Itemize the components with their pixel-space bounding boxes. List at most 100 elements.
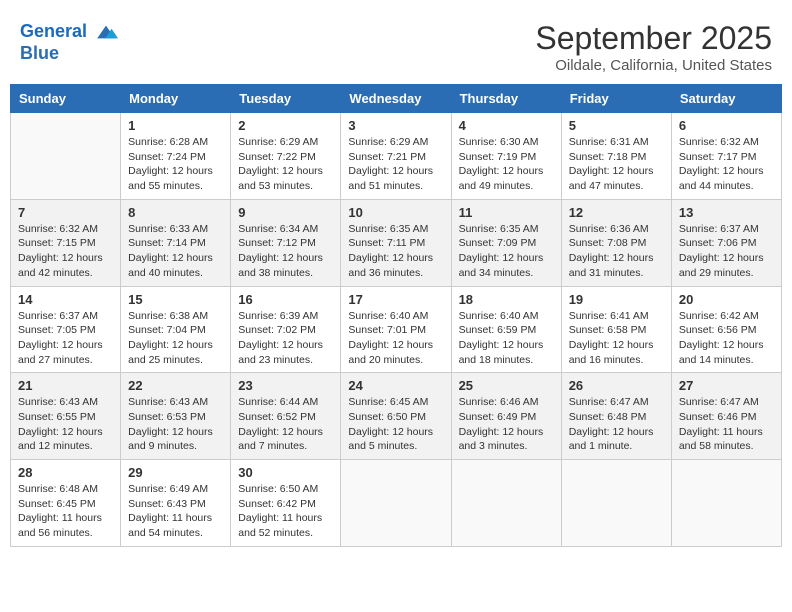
calendar-day-cell: 15 Sunrise: 6:38 AMSunset: 7:04 PMDayligh… — [121, 286, 231, 373]
calendar-header-monday: Monday — [121, 85, 231, 113]
calendar-day-cell: 21Sunrise: 6:43 AMSunset: 6:55 PMDayligh… — [11, 373, 121, 460]
calendar-header-friday: Friday — [561, 85, 671, 113]
calendar-day-cell — [11, 113, 121, 200]
day-number: 11 — [459, 205, 554, 220]
calendar-day-cell: 8 Sunrise: 6:33 AMSunset: 7:14 PMDaylight… — [121, 199, 231, 286]
day-number: 3 — [348, 118, 443, 133]
calendar-day-cell: 26 Sunrise: 6:47 AMSunset: 6:48 PMDayligh… — [561, 373, 671, 460]
calendar-day-cell: 12 Sunrise: 6:36 AMSunset: 7:08 PMDayligh… — [561, 199, 671, 286]
day-number: 17 — [348, 292, 443, 307]
day-number: 12 — [569, 205, 664, 220]
day-number: 25 — [459, 378, 554, 393]
day-info: Sunrise: 6:35 AMSunset: 7:09 PMDaylight:… — [459, 222, 554, 281]
day-number: 29 — [128, 465, 223, 480]
day-info: Sunrise: 6:50 AMSunset: 6:42 PMDaylight:… — [238, 482, 333, 541]
location-title: Oildale, California, United States — [535, 57, 772, 74]
day-info: Sunrise: 6:40 AMSunset: 6:59 PMDaylight:… — [459, 309, 554, 368]
day-info: Sunrise: 6:45 AMSunset: 6:50 PMDaylight:… — [348, 395, 443, 454]
day-number: 1 — [128, 118, 223, 133]
header: General Blue September 2025 Oildale, Cal… — [10, 10, 782, 79]
calendar-header-sunday: Sunday — [11, 85, 121, 113]
day-number: 20 — [679, 292, 774, 307]
calendar-day-cell: 10 Sunrise: 6:35 AMSunset: 7:11 PMDayligh… — [341, 199, 451, 286]
calendar-day-cell: 22 Sunrise: 6:43 AMSunset: 6:53 PMDayligh… — [121, 373, 231, 460]
day-number: 13 — [679, 205, 774, 220]
calendar-day-cell: 3 Sunrise: 6:29 AMSunset: 7:21 PMDaylight… — [341, 113, 451, 200]
day-info: Sunrise: 6:41 AMSunset: 6:58 PMDaylight:… — [569, 309, 664, 368]
day-info: Sunrise: 6:46 AMSunset: 6:49 PMDaylight:… — [459, 395, 554, 454]
day-number: 8 — [128, 205, 223, 220]
day-info: Sunrise: 6:34 AMSunset: 7:12 PMDaylight:… — [238, 222, 333, 281]
day-info: Sunrise: 6:43 AMSunset: 6:53 PMDaylight:… — [128, 395, 223, 454]
day-number: 4 — [459, 118, 554, 133]
day-info: Sunrise: 6:33 AMSunset: 7:14 PMDaylight:… — [128, 222, 223, 281]
calendar-week-row: 14 Sunrise: 6:37 AMSunset: 7:05 PMDayligh… — [11, 286, 782, 373]
day-info: Sunrise: 6:37 AMSunset: 7:06 PMDaylight:… — [679, 222, 774, 281]
calendar-day-cell: 27 Sunrise: 6:47 AMSunset: 6:46 PMDayligh… — [671, 373, 781, 460]
calendar-day-cell — [561, 460, 671, 547]
calendar-day-cell — [671, 460, 781, 547]
calendar-day-cell: 9 Sunrise: 6:34 AMSunset: 7:12 PMDaylight… — [231, 199, 341, 286]
calendar-day-cell: 5Sunrise: 6:31 AMSunset: 7:18 PMDaylight… — [561, 113, 671, 200]
calendar-day-cell: 1 Sunrise: 6:28 AMSunset: 7:24 PMDaylight… — [121, 113, 231, 200]
day-number: 30 — [238, 465, 333, 480]
day-number: 9 — [238, 205, 333, 220]
calendar-week-row: 1 Sunrise: 6:28 AMSunset: 7:24 PMDaylight… — [11, 113, 782, 200]
day-number: 15 — [128, 292, 223, 307]
calendar-header-tuesday: Tuesday — [231, 85, 341, 113]
day-info: Sunrise: 6:43 AMSunset: 6:55 PMDaylight:… — [18, 395, 113, 454]
calendar-header-saturday: Saturday — [671, 85, 781, 113]
day-number: 16 — [238, 292, 333, 307]
calendar-day-cell: 16 Sunrise: 6:39 AMSunset: 7:02 PMDayligh… — [231, 286, 341, 373]
calendar-day-cell: 29Sunrise: 6:49 AMSunset: 6:43 PMDayligh… — [121, 460, 231, 547]
calendar-day-cell: 6Sunrise: 6:32 AMSunset: 7:17 PMDaylight… — [671, 113, 781, 200]
logo-icon — [94, 20, 118, 44]
day-info: Sunrise: 6:36 AMSunset: 7:08 PMDaylight:… — [569, 222, 664, 281]
calendar-week-row: 7Sunrise: 6:32 AMSunset: 7:15 PMDaylight… — [11, 199, 782, 286]
calendar-day-cell: 23 Sunrise: 6:44 AMSunset: 6:52 PMDayligh… — [231, 373, 341, 460]
calendar-week-row: 28Sunrise: 6:48 AMSunset: 6:45 PMDayligh… — [11, 460, 782, 547]
day-number: 14 — [18, 292, 113, 307]
calendar-day-cell — [341, 460, 451, 547]
day-info: Sunrise: 6:39 AMSunset: 7:02 PMDaylight:… — [238, 309, 333, 368]
calendar-day-cell: 24 Sunrise: 6:45 AMSunset: 6:50 PMDayligh… — [341, 373, 451, 460]
day-number: 18 — [459, 292, 554, 307]
day-info: Sunrise: 6:38 AMSunset: 7:04 PMDaylight:… — [128, 309, 223, 368]
calendar-day-cell: 20 Sunrise: 6:42 AMSunset: 6:56 PMDayligh… — [671, 286, 781, 373]
day-number: 19 — [569, 292, 664, 307]
calendar-day-cell: 18 Sunrise: 6:40 AMSunset: 6:59 PMDayligh… — [451, 286, 561, 373]
calendar-header-row: SundayMondayTuesdayWednesdayThursdayFrid… — [11, 85, 782, 113]
day-number: 24 — [348, 378, 443, 393]
calendar-day-cell: 25 Sunrise: 6:46 AMSunset: 6:49 PMDayligh… — [451, 373, 561, 460]
day-info: Sunrise: 6:44 AMSunset: 6:52 PMDaylight:… — [238, 395, 333, 454]
logo-blue-text: Blue — [20, 44, 118, 64]
day-info: Sunrise: 6:29 AMSunset: 7:22 PMDaylight:… — [238, 135, 333, 194]
calendar-day-cell: 28Sunrise: 6:48 AMSunset: 6:45 PMDayligh… — [11, 460, 121, 547]
day-info: Sunrise: 6:29 AMSunset: 7:21 PMDaylight:… — [348, 135, 443, 194]
logo: General Blue — [20, 20, 118, 64]
calendar-day-cell: 14 Sunrise: 6:37 AMSunset: 7:05 PMDayligh… — [11, 286, 121, 373]
day-info: Sunrise: 6:37 AMSunset: 7:05 PMDaylight:… — [18, 309, 113, 368]
day-number: 23 — [238, 378, 333, 393]
day-info: Sunrise: 6:42 AMSunset: 6:56 PMDaylight:… — [679, 309, 774, 368]
calendar-week-row: 21Sunrise: 6:43 AMSunset: 6:55 PMDayligh… — [11, 373, 782, 460]
day-info: Sunrise: 6:30 AMSunset: 7:19 PMDaylight:… — [459, 135, 554, 194]
calendar-day-cell: 19 Sunrise: 6:41 AMSunset: 6:58 PMDayligh… — [561, 286, 671, 373]
calendar-header-thursday: Thursday — [451, 85, 561, 113]
calendar-day-cell: 13 Sunrise: 6:37 AMSunset: 7:06 PMDayligh… — [671, 199, 781, 286]
day-info: Sunrise: 6:48 AMSunset: 6:45 PMDaylight:… — [18, 482, 113, 541]
day-number: 22 — [128, 378, 223, 393]
day-info: Sunrise: 6:35 AMSunset: 7:11 PMDaylight:… — [348, 222, 443, 281]
day-number: 7 — [18, 205, 113, 220]
day-info: Sunrise: 6:31 AMSunset: 7:18 PMDaylight:… — [569, 135, 664, 194]
day-info: Sunrise: 6:47 AMSunset: 6:46 PMDaylight:… — [679, 395, 774, 454]
day-info: Sunrise: 6:47 AMSunset: 6:48 PMDaylight:… — [569, 395, 664, 454]
day-number: 26 — [569, 378, 664, 393]
calendar-day-cell: 2Sunrise: 6:29 AMSunset: 7:22 PMDaylight… — [231, 113, 341, 200]
day-info: Sunrise: 6:28 AMSunset: 7:24 PMDaylight:… — [128, 135, 223, 194]
calendar-header-wednesday: Wednesday — [341, 85, 451, 113]
day-number: 27 — [679, 378, 774, 393]
calendar-day-cell: 7Sunrise: 6:32 AMSunset: 7:15 PMDaylight… — [11, 199, 121, 286]
day-number: 10 — [348, 205, 443, 220]
month-title: September 2025 — [535, 20, 772, 57]
